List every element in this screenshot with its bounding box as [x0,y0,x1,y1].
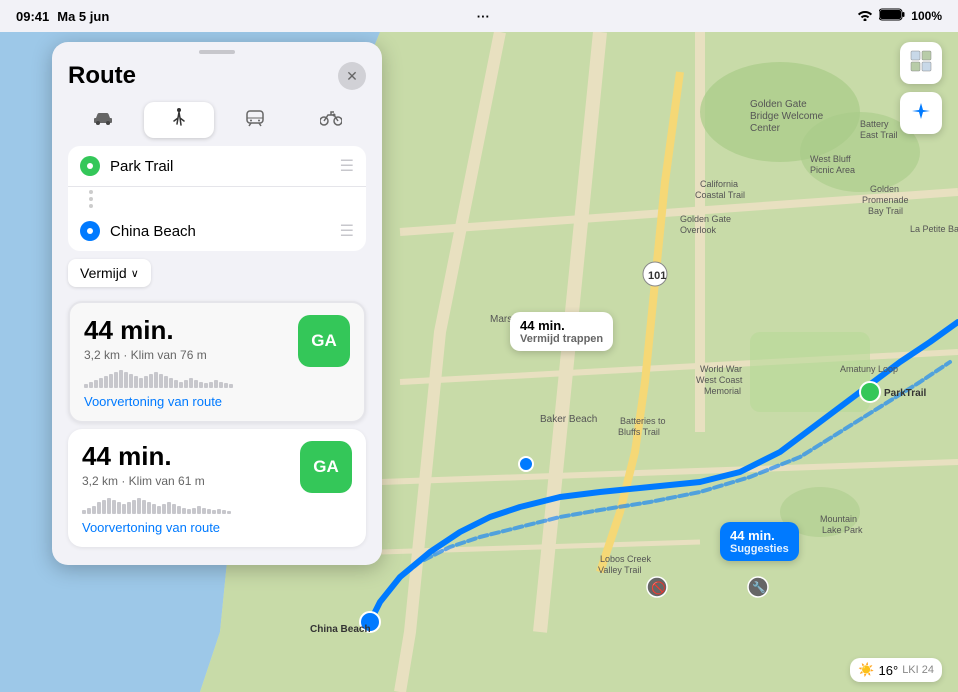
route-1-elevation [84,368,233,388]
chevron-down-icon: ∨ [131,267,139,280]
avoid-label: Vermijd [80,265,127,281]
car-icon [92,110,114,131]
status-bar: 09:41 Ma 5 jun ··· 100% [0,0,958,32]
transport-walk-button[interactable] [144,102,214,138]
route-2-preview-link[interactable]: Voorvertoning van route [82,520,231,535]
waypoint-end-handle[interactable]: ☰ [340,221,354,241]
svg-text:West Bluff: West Bluff [810,154,851,164]
status-right: 100% [857,8,942,24]
waypoint-start-handle[interactable]: ☰ [340,156,354,176]
status-left: 09:41 Ma 5 jun [16,9,109,24]
svg-text:Golden Gate: Golden Gate [750,99,807,110]
transport-modes [52,94,382,146]
battery-icon [879,8,905,24]
svg-text:Center: Center [750,123,781,134]
callout-subtitle: Vermijd trappen [520,333,603,345]
walk-icon [171,108,187,133]
route-1-time: 44 min. [84,315,233,346]
map-overlay-buttons [900,42,942,134]
close-button[interactable]: ✕ [338,62,366,90]
waypoint-start-row: Park Trail ☰ [68,146,366,187]
svg-text:Promenade: Promenade [862,195,909,205]
route-2-info: 44 min. 3,2 km · Klim van 61 m [82,441,231,535]
battery-pct: 100% [911,9,942,23]
svg-text:ParkTrail: ParkTrail [884,388,926,399]
weather-lki: LKI 24 [902,664,934,676]
svg-text:Batteries to: Batteries to [620,416,666,426]
callout-blue-subtitle: Suggesties [730,543,789,555]
route-2-go-label: GA [313,457,339,477]
route-1-info: 44 min. 3,2 km · Klim van 76 m [84,315,233,409]
svg-text:Lake Park: Lake Park [822,525,863,535]
route-2-time: 44 min. [82,441,231,472]
svg-text:West Coast: West Coast [696,375,743,385]
status-three-dots: ··· [477,9,490,24]
svg-text:Amatuny Loop: Amatuny Loop [840,364,898,374]
callout-blue-time: 44 min. [730,528,789,543]
route-2-elevation [82,494,231,514]
wifi-icon [857,9,873,24]
transport-car-button[interactable] [68,102,138,138]
svg-text:World War: World War [700,364,742,374]
route-1-preview-link[interactable]: Voorvertoning van route [84,394,233,409]
close-icon: ✕ [346,68,358,85]
svg-text:101: 101 [648,270,666,282]
svg-text:Battery: Battery [860,119,889,129]
transit-icon [245,109,265,132]
avoid-section: Vermijd ∨ [52,251,382,295]
svg-text:Picnic Area: Picnic Area [810,165,855,175]
route-2-details: 3,2 km · Klim van 61 m [82,474,231,488]
panel-header: Route ✕ [52,54,382,94]
three-dots-icon: ··· [477,9,490,24]
transport-bike-button[interactable] [296,102,366,138]
svg-text:Lobos Creek: Lobos Creek [600,554,652,564]
avoid-button[interactable]: Vermijd ∨ [68,259,151,287]
weather-icon: ☀️ [858,662,874,678]
map-type-icon [910,50,932,77]
svg-text:Golden: Golden [870,184,899,194]
status-date: Ma 5 jun [57,9,109,24]
status-time: 09:41 [16,9,49,24]
callout-vermijd-trappen: 44 min. Vermijd trappen [510,312,613,351]
route-1-details: 3,2 km · Klim van 76 m [84,348,233,362]
route-panel: Route ✕ [52,42,382,565]
location-button[interactable] [900,92,942,134]
route-option-2: 44 min. 3,2 km · Klim van 61 m [68,429,366,547]
callout-suggesties: 44 min. Suggesties [720,522,799,561]
svg-text:🚫: 🚫 [651,581,666,595]
waypoints: Park Trail ☰ China Beach ☰ [68,146,366,251]
transport-transit-button[interactable] [220,102,290,138]
svg-text:Baker Beach: Baker Beach [540,414,597,425]
svg-text:La Petite Baleine: La Petite Baleine [910,224,958,234]
svg-text:Bay Trail: Bay Trail [868,206,903,216]
panel-title: Route [68,62,136,90]
route-option-1: 44 min. 3,2 km · Klim van 76 m [68,301,366,423]
waypoint-start-label: Park Trail [110,158,330,175]
route-2-go-button[interactable]: GA [300,441,352,493]
svg-text:Bluffs Trail: Bluffs Trail [618,427,660,437]
waypoint-start-dot [80,156,100,176]
callout-time: 44 min. [520,318,603,333]
waypoint-end-dot [80,221,100,241]
weather-temp: 16° [879,663,899,678]
svg-text:Golden Gate: Golden Gate [680,214,731,224]
location-icon [911,101,931,126]
svg-text:China Beach: China Beach [310,624,371,635]
svg-text:🔧: 🔧 [752,580,766,594]
svg-text:California: California [700,179,738,189]
waypoint-end-row: China Beach ☰ [68,211,366,251]
route-1-go-button[interactable]: GA [298,315,350,367]
weather-badge: ☀️ 16° LKI 24 [850,658,942,682]
svg-text:Overlook: Overlook [680,225,717,235]
svg-text:Valley Trail: Valley Trail [598,565,641,575]
map-type-button[interactable] [900,42,942,84]
svg-text:Memorial: Memorial [704,386,741,396]
svg-text:East Trail: East Trail [860,130,898,140]
waypoint-end-label: China Beach [110,223,330,240]
route-1-go-label: GA [311,331,337,351]
svg-text:Bridge Welcome: Bridge Welcome [750,111,824,122]
bike-icon [320,110,342,131]
svg-text:Mountain: Mountain [820,514,857,524]
svg-text:Coastal Trail: Coastal Trail [695,190,745,200]
